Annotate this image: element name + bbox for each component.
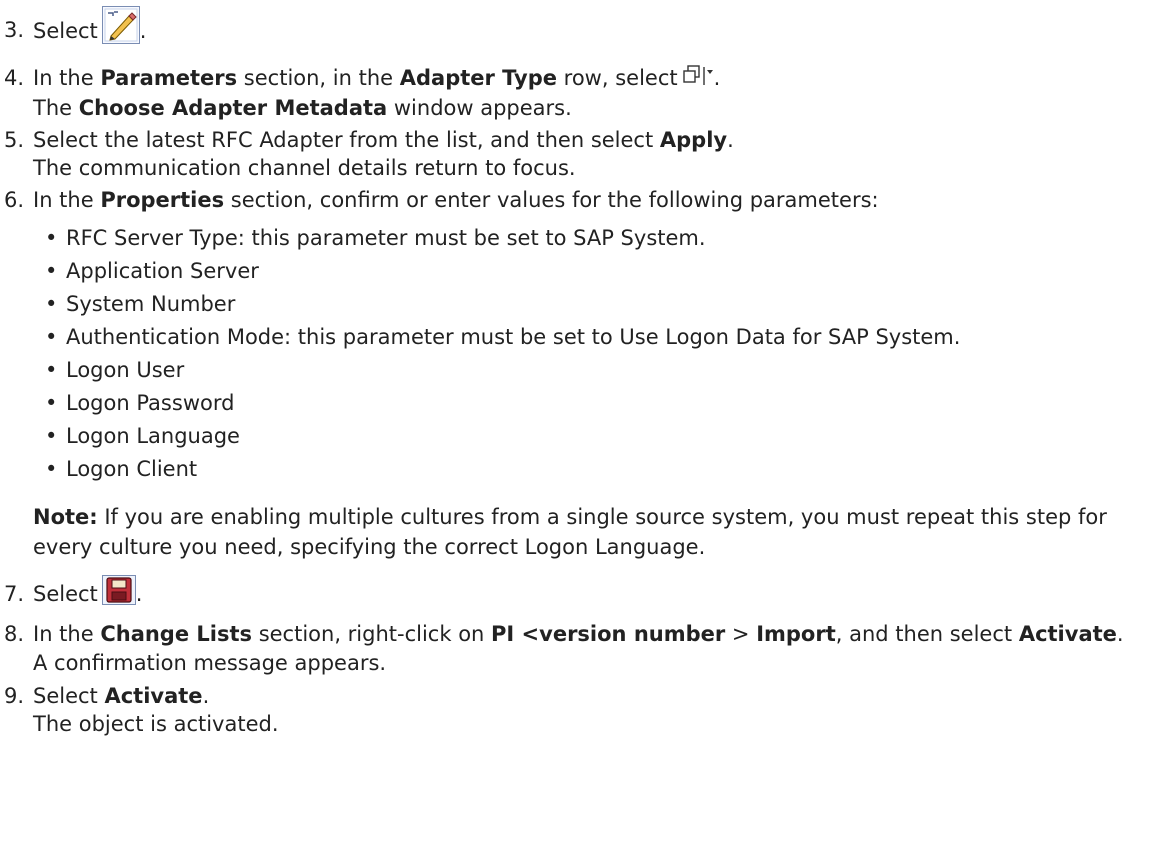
save-disk-icon [101,575,136,618]
step-result: The communication channel details return… [33,156,576,180]
step-4: 4. In the Parameters section, in the Ada… [4,64,1168,122]
step-text: Select [33,582,98,606]
parameter-list: RFC Server Type: this parameter must be … [33,222,1168,486]
step-3: 3. Select . [4,6,1168,52]
step-result: The object is activated. [33,712,279,736]
step-9: 9. Select Activate. The object is activa… [4,682,1168,738]
step-punct: . [135,582,143,606]
note-text: If you are enabling multiple cultures fr… [33,505,1107,559]
step-7: 7. Select . [4,574,1168,614]
step-number: 9. [4,684,25,708]
step-text: In the Change Lists section, right-click… [33,622,1124,646]
step-result: A confirmation message appears. [33,651,387,675]
step-6: 6. In the Properties section, confirm or… [4,186,1168,562]
step-8: 8. In the Change Lists section, right-cl… [4,620,1168,678]
list-item: System Number [45,288,1168,321]
step-text: Select the latest RFC Adapter from the l… [33,128,734,152]
step-punct: . [139,19,147,43]
step-number: 8. [4,622,25,646]
list-item: Logon Client [45,453,1168,486]
step-text: In the Parameters section, in the Adapte… [33,66,678,90]
instructions-document: 3. Select . 4. In the Parameters section… [0,0,1168,738]
step-punct: . [713,66,721,90]
step-text: Select Activate. [33,684,210,708]
step-5: 5. Select the latest RFC Adapter from th… [4,126,1168,182]
step-text: In the Properties section, confirm or en… [33,188,879,212]
list-item: Logon Language [45,420,1168,453]
list-item: Logon Password [45,387,1168,420]
note: Note: If you are enabling multiple cultu… [33,502,1168,562]
note-label: Note: [33,505,98,529]
step-result: The Choose Adapter Metadata window appea… [33,96,572,120]
step-number: 4. [4,66,25,90]
step-number: 3. [4,18,25,42]
choose-metadata-dropdown-icon [682,65,714,94]
step-text: Select [33,19,98,43]
step-number: 7. [4,582,25,606]
step-number: 5. [4,128,25,152]
list-item: Application Server [45,255,1168,288]
list-item: Authentication Mode: this parameter must… [45,321,1168,354]
list-item: Logon User [45,354,1168,387]
list-item: RFC Server Type: this parameter must be … [45,222,1168,255]
edit-pencil-icon [101,6,140,61]
step-number: 6. [4,188,25,212]
